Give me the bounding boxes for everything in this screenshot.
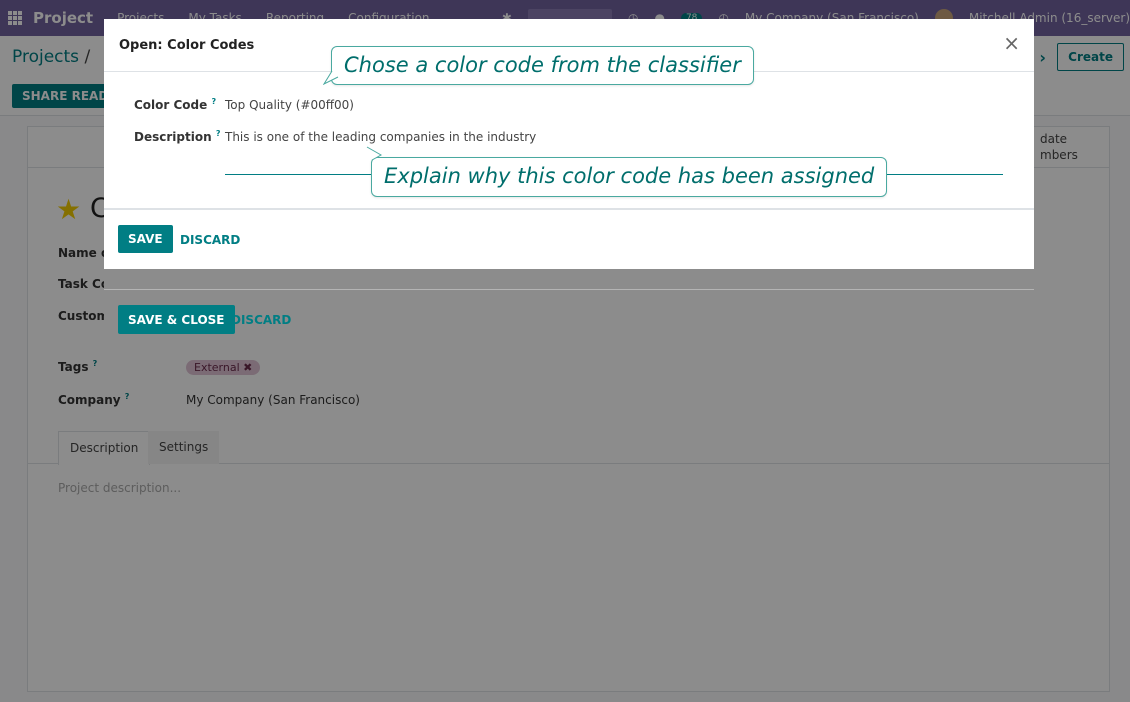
tooltip-pointer [323, 71, 339, 85]
save-close-button[interactable]: SAVE & CLOSE [118, 305, 235, 334]
help-icon[interactable]: ? [216, 129, 221, 138]
save-button[interactable]: SAVE [118, 225, 173, 253]
discard-button[interactable]: DISCARD [180, 233, 240, 247]
label-color-code: Color Code ? [134, 97, 216, 112]
label-description: Description ? [134, 129, 220, 144]
divider [104, 289, 1034, 290]
discard-button[interactable]: DISCARD [231, 313, 291, 327]
tooltip-pointer [366, 146, 382, 160]
tooltip-text: Explain why this color code has been ass… [384, 164, 875, 188]
color-code-tooltip: Chose a color code from the classifier [323, 46, 754, 85]
description-tooltip: Explain why this color code has been ass… [366, 146, 888, 197]
dialog-title: Open: Color Codes [119, 38, 255, 53]
label-color-code-text: Color Code [134, 98, 208, 112]
close-icon[interactable]: × [1003, 33, 1020, 53]
help-icon[interactable]: ? [211, 97, 216, 106]
label-description-text: Description [134, 130, 212, 144]
divider [104, 208, 1034, 210]
underlying-dialog-shade [104, 268, 1034, 350]
tooltip-text: Chose a color code from the classifier [344, 53, 741, 77]
color-code-field[interactable]: Top Quality (#00ff00) [225, 98, 354, 112]
description-field[interactable]: This is one of the leading companies in … [225, 130, 536, 144]
